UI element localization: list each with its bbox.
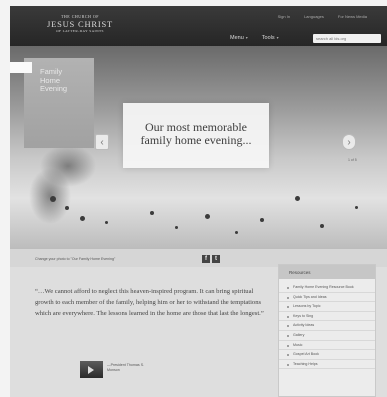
hero-corner-tab xyxy=(10,62,32,73)
resource-link[interactable]: Keys to Sing xyxy=(279,312,375,322)
flower-decoration xyxy=(65,206,69,210)
resources-title: Resources xyxy=(279,265,375,279)
flower-decoration xyxy=(205,214,210,219)
resource-link[interactable]: Music xyxy=(279,341,375,351)
flower-decoration xyxy=(175,226,178,229)
play-icon xyxy=(88,366,94,374)
quote-attribution: —President Thomas S. Monson xyxy=(80,361,144,378)
flower-decoration xyxy=(50,196,56,202)
slide-counter: 1 of 5 xyxy=(348,158,357,162)
share-icons: f t xyxy=(202,255,220,263)
flower-decoration xyxy=(235,231,238,234)
twitter-icon[interactable]: t xyxy=(212,255,220,263)
previous-slide-button[interactable]: ‹ xyxy=(95,134,109,150)
section-title: Family Home Evening xyxy=(40,67,68,93)
facebook-icon[interactable]: f xyxy=(202,255,210,263)
logo-line-3: OF LATTER-DAY SAINTS xyxy=(56,28,104,33)
chevron-right-icon: › xyxy=(347,136,351,148)
tools-label: Tools xyxy=(261,35,275,41)
resource-link[interactable]: Gospel Art Book xyxy=(279,350,375,360)
flower-decoration xyxy=(320,224,324,228)
attribution-text: —President Thomas S. Monson xyxy=(107,363,145,372)
resource-link[interactable]: Quick Tips and Ideas xyxy=(279,293,375,303)
featured-quote: “…We cannot afford to neglect this heave… xyxy=(35,288,264,317)
resource-link[interactable]: Family Home Evening Resource Book xyxy=(279,283,375,293)
chevron-down-icon: ▾ xyxy=(245,35,248,40)
main-nav: Menu ▾ Tools ▾ search all lds.org xyxy=(230,33,381,43)
resource-link[interactable]: Gallery xyxy=(279,331,375,341)
video-thumbnail[interactable] xyxy=(80,361,103,378)
menu-dropdown[interactable]: Menu ▾ xyxy=(230,35,248,41)
hero-banner: Family Home Evening Our most memorable f… xyxy=(10,46,387,249)
menu-label: Menu xyxy=(230,35,244,41)
chevron-down-icon: ▾ xyxy=(276,35,279,40)
languages-link[interactable]: Languages xyxy=(304,14,324,19)
news-media-link[interactable]: For News Media xyxy=(338,14,367,19)
logo-line-2: JESUS CHRIST xyxy=(46,19,114,29)
search-input[interactable]: search all lds.org xyxy=(313,33,381,43)
flower-decoration xyxy=(295,196,300,201)
tools-dropdown[interactable]: Tools ▾ xyxy=(262,35,279,41)
resource-link[interactable]: Lessons by Topic xyxy=(279,302,375,312)
site-header: THE CHURCH OF JESUS CHRIST OF LATTER-DAY… xyxy=(10,6,387,46)
slide-card[interactable]: Our most memorable family home evening..… xyxy=(123,103,269,168)
caption-link[interactable]: Change your photo to "Our Family Home Ev… xyxy=(35,257,115,261)
flower-decoration xyxy=(260,218,264,222)
resource-link[interactable]: Teaching Helps xyxy=(279,360,375,370)
next-slide-button[interactable]: › xyxy=(342,134,356,150)
flower-decoration xyxy=(150,211,154,215)
resources-panel: Resources Family Home Evening Resource B… xyxy=(278,264,376,397)
flower-decoration xyxy=(105,221,108,224)
slide-headline: Our most memorable family home evening..… xyxy=(140,120,252,147)
chevron-left-icon: ‹ xyxy=(100,136,104,148)
church-logo[interactable]: THE CHURCH OF JESUS CHRIST OF LATTER-DAY… xyxy=(40,15,120,33)
resource-link[interactable]: Activity Ideas xyxy=(279,321,375,331)
sign-in-link[interactable]: Sign In xyxy=(278,14,290,19)
utility-links: Sign In Languages For News Media xyxy=(278,14,367,19)
flower-decoration xyxy=(80,216,85,221)
flower-decoration xyxy=(355,206,358,209)
resources-list: Family Home Evening Resource Book Quick … xyxy=(279,279,375,370)
page-frame: THE CHURCH OF JESUS CHRIST OF LATTER-DAY… xyxy=(10,6,387,397)
